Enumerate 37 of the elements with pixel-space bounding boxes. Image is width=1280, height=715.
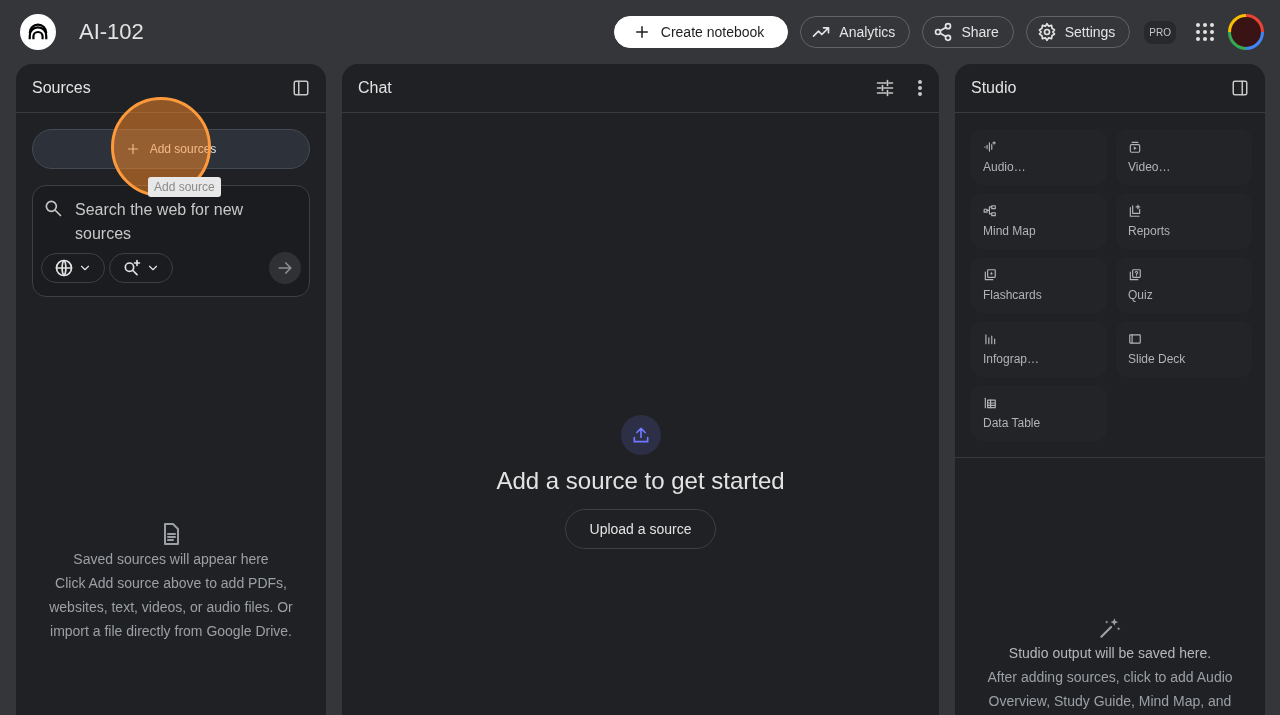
empty-state-title: Add a source to get started <box>496 467 785 495</box>
apps-grid-icon[interactable] <box>1196 23 1214 41</box>
collapse-panel-button[interactable] <box>1231 79 1249 97</box>
globe-icon <box>54 258 74 278</box>
search-icon <box>43 198 63 218</box>
table-icon <box>983 396 997 410</box>
plus-icon <box>125 142 140 156</box>
panel-title: Chat <box>358 79 393 97</box>
share-icon <box>933 22 954 42</box>
empty-state-text: After adding sources, click to add Audio Overview, Study Guide, Mind Map, and <box>986 668 1234 711</box>
question-cards-icon <box>1128 268 1142 282</box>
mind-map-icon <box>983 204 997 218</box>
sparkle-search-icon <box>122 258 142 278</box>
tooltip: Add source <box>148 177 221 197</box>
search-input[interactable]: Search the web for new sources <box>75 198 301 248</box>
panel-title: Sources <box>32 79 92 97</box>
collapse-panel-button[interactable] <box>292 79 310 97</box>
upload-icon <box>620 415 661 455</box>
document-plus-icon <box>1128 204 1142 218</box>
submit-button[interactable] <box>269 252 301 284</box>
empty-state-title: Studio output will be saved here. <box>1008 644 1212 663</box>
slides-icon <box>1128 332 1142 346</box>
empty-state-text: Click Add source above to add PDFs, websites, text, videos, or audio files. Or import a file directly from Google Drive. <box>48 574 294 641</box>
sound-wave-icon <box>983 140 997 154</box>
more-options-icon[interactable] <box>917 79 923 97</box>
bar-chart-icon <box>983 332 997 346</box>
cards-icon <box>983 268 997 282</box>
pro-badge: PRO <box>1144 20 1176 44</box>
settings-icon <box>1036 22 1057 42</box>
notebook-title[interactable]: AI-102 <box>79 19 614 45</box>
create-notebook-button[interactable]: Create notebook <box>613 16 789 48</box>
video-icon <box>1128 140 1142 154</box>
logo-icon[interactable] <box>20 14 56 50</box>
empty-state-title: Saved sources will appear here <box>73 550 269 569</box>
panel-title: Studio <box>971 79 1018 97</box>
tune-icon[interactable] <box>875 78 895 98</box>
avatar[interactable] <box>1228 14 1264 50</box>
